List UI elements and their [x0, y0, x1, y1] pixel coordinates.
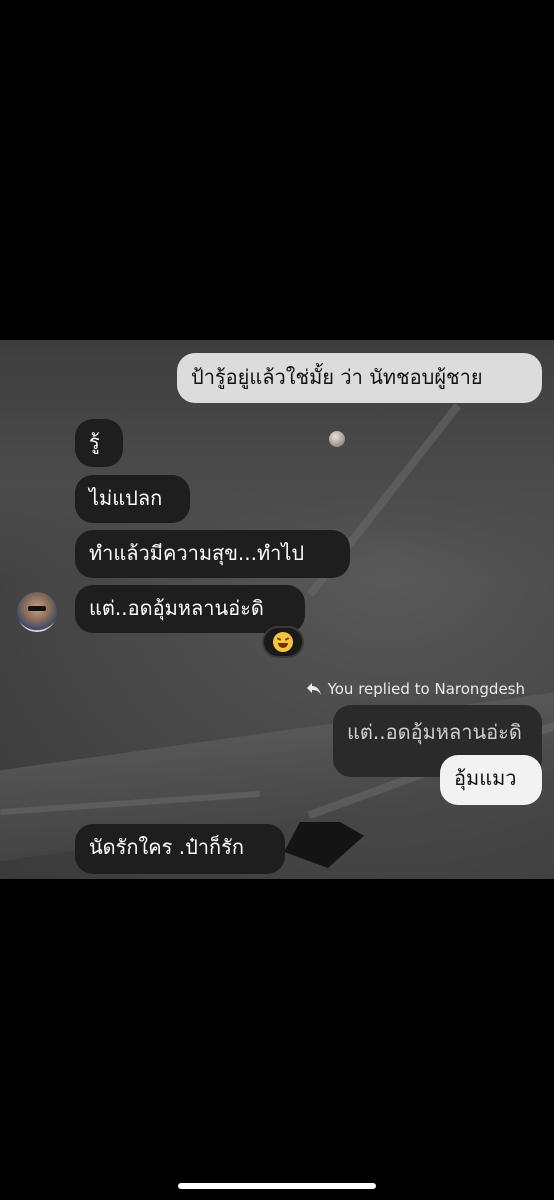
message-bubble-incoming[interactable]: รู้	[75, 419, 123, 467]
laughing-face-icon	[273, 632, 293, 652]
message-text: ป้ารู้อยู่แล้วใช่มั้ย ว่า นัทชอบผู้ชาย	[191, 365, 483, 389]
message-text: แต่..อดอุ้มหลานอ่ะดิ	[89, 596, 264, 620]
avatar-glasses	[28, 606, 46, 611]
message-bubble-incoming[interactable]: ทำแล้วมีความสุข...ทำไป	[75, 530, 350, 578]
message-bubble-incoming[interactable]: ไม่แปลก	[75, 475, 190, 523]
baseball-image	[329, 431, 345, 447]
message-bubble-incoming[interactable]: นัดรักใคร .ป๋าก็รัก	[75, 824, 285, 874]
quoted-text: แต่..อดอุ้มหลานอ่ะดิ	[347, 720, 522, 744]
reply-label: You replied to Narongdesh	[327, 680, 525, 698]
home-indicator[interactable]	[178, 1183, 376, 1189]
reply-arrow-icon	[306, 683, 321, 695]
message-text: อุ้มแมว	[454, 766, 517, 790]
reaction-badge[interactable]	[262, 626, 304, 658]
message-bubble-outgoing[interactable]: อุ้มแมว	[440, 755, 542, 805]
message-text: นัดรักใคร .ป๋าก็รัก	[89, 835, 244, 859]
sender-avatar[interactable]	[17, 592, 57, 632]
reply-indicator: You replied to Narongdesh	[306, 680, 525, 698]
message-text: ไม่แปลก	[89, 486, 163, 510]
message-text: รู้	[89, 430, 100, 454]
message-bubble-incoming[interactable]: แต่..อดอุ้มหลานอ่ะดิ	[75, 585, 305, 633]
message-text: ทำแล้วมีความสุข...ทำไป	[89, 541, 305, 565]
message-bubble-outgoing[interactable]: ป้ารู้อยู่แล้วใช่มั้ย ว่า นัทชอบผู้ชาย	[177, 353, 542, 403]
